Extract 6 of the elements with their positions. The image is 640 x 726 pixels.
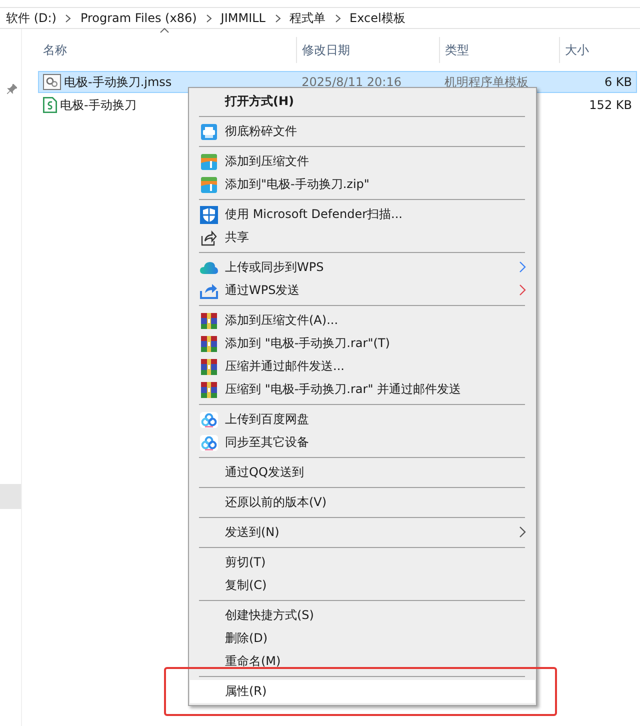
- file-name: 电极-手动换刀: [60, 96, 136, 114]
- file-type: 机明程序单模板: [444, 74, 528, 90]
- file-size: 6 KB: [604, 75, 632, 89]
- modified-date: 2025/8/11 20:16: [302, 75, 402, 89]
- file-size: 152 KB: [589, 98, 632, 112]
- file-name: 电极-手动换刀.jmss: [64, 74, 172, 90]
